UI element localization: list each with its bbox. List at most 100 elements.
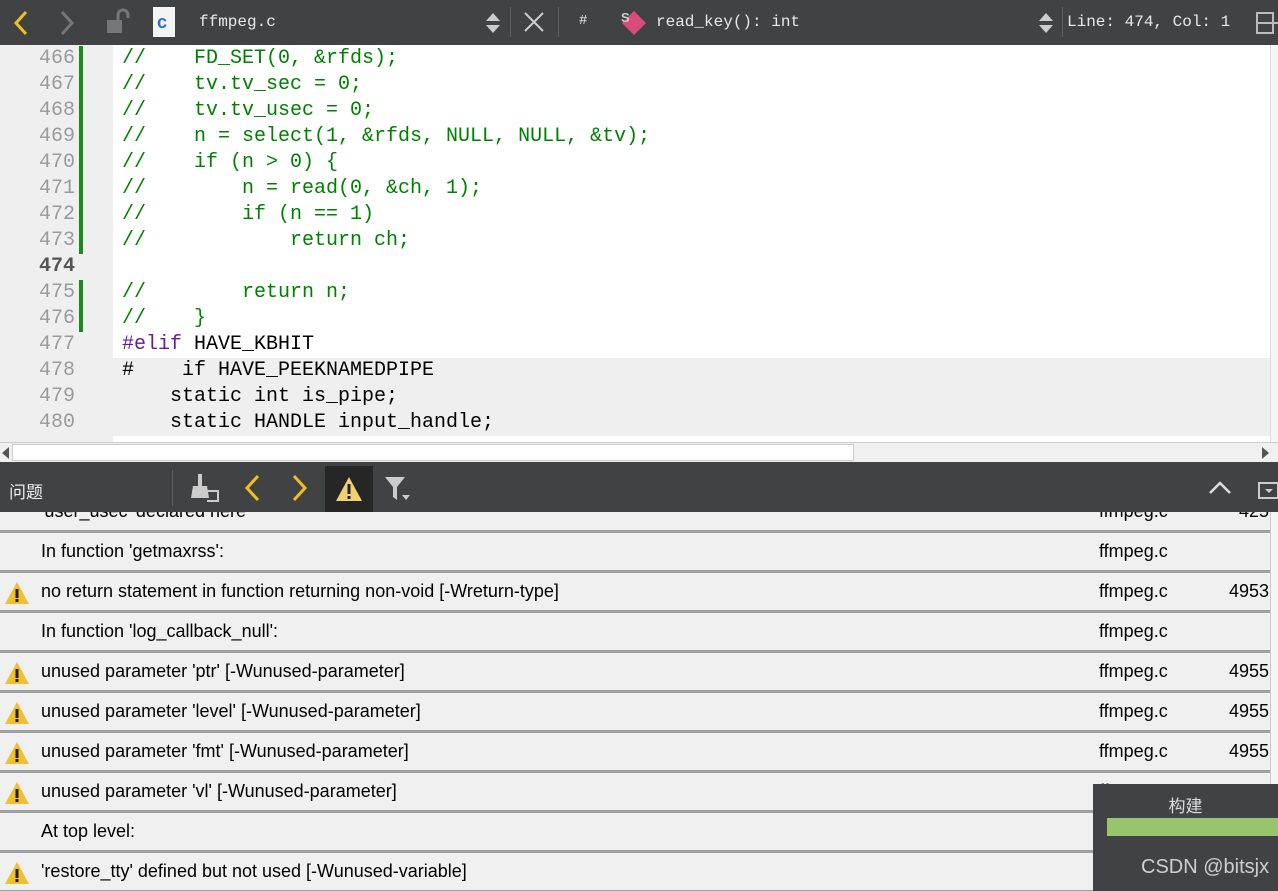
problem-row[interactable]: 'restore_tty' defined but not used [-Wun…: [0, 853, 1270, 891]
split-icon[interactable]: [1255, 11, 1278, 35]
code-line[interactable]: 469 // n = select(1, &rfds, NULL, NULL, &…: [0, 124, 1270, 150]
vertical-scrollbar[interactable]: [1270, 45, 1278, 442]
problem-file: ffmpeg.c: [1099, 541, 1168, 561]
problem-file: ffmpeg.c: [1099, 741, 1168, 761]
next-icon[interactable]: [290, 474, 310, 502]
problem-line: 4955: [1228, 741, 1269, 761]
problem-line: 4953: [1228, 581, 1269, 601]
problem-row[interactable]: unused parameter 'level' [-Wunused-param…: [0, 693, 1270, 733]
scroll-right-icon[interactable]: [1262, 447, 1270, 459]
code-text: // return n;: [122, 281, 351, 304]
warning-icon: [5, 702, 29, 724]
line-number: 476: [38, 307, 75, 330]
c-file-icon: c: [153, 7, 175, 37]
change-marker: [79, 202, 83, 228]
filter-icon[interactable]: [384, 476, 412, 502]
code-text: // }: [122, 307, 207, 330]
problem-row[interactable]: unused parameter 'ptr' [-Wunused-paramet…: [0, 653, 1270, 693]
back-icon[interactable]: [10, 9, 32, 37]
warning-icon: [5, 662, 29, 684]
line-number: 473: [38, 229, 75, 252]
prev-icon[interactable]: [242, 474, 262, 502]
line-number: 467: [38, 73, 75, 96]
problem-row[interactable]: In function 'getmaxrss': ffmpeg.c: [0, 533, 1270, 573]
file-name[interactable]: ffmpeg.c: [199, 13, 276, 31]
problem-line: 4955: [1228, 661, 1269, 681]
warning-icon: [5, 742, 29, 764]
chevron-up-icon[interactable]: [1208, 479, 1232, 495]
problem-message: At top level:: [41, 821, 136, 841]
warning-icon: [336, 477, 362, 501]
problem-message: no return statement in function returnin…: [41, 581, 559, 601]
editor-toolbar: c ffmpeg.c # S read_key(): int Line: 474…: [0, 0, 1278, 45]
change-marker: [79, 150, 83, 176]
cursor-position[interactable]: Line: 474, Col: 1: [1067, 13, 1230, 31]
svg-text:c: c: [157, 12, 167, 32]
problem-row[interactable]: In function 'log_callback_null': ffmpeg.c: [0, 613, 1270, 653]
code-text: # if HAVE_PEEKNAMEDPIPE: [122, 359, 435, 382]
code-editor[interactable]: 466 // FD_SET(0, &rfds); 467 // tv.tv_sec =…: [0, 45, 1278, 442]
symbol-select-icon[interactable]: [1038, 12, 1054, 34]
code-line[interactable]: 479 static int is_pipe;: [39, 384, 1278, 410]
code-line[interactable]: 476 // }: [0, 306, 1270, 332]
code-line[interactable]: 466 // FD_SET(0, &rfds);: [0, 46, 1270, 72]
problem-row[interactable]: At top level:: [0, 813, 1270, 853]
problems-list[interactable]: 'user_usec' declared here ffmpeg.c 425 In f…: [0, 512, 1270, 891]
code-line[interactable]: 480 static HANDLE input_handle;: [39, 410, 1278, 436]
problems-title: 问题: [9, 483, 43, 502]
forward-icon[interactable]: [56, 9, 78, 37]
minimize-panel-icon[interactable]: [1258, 481, 1278, 501]
problem-row[interactable]: 'user_usec' declared here ffmpeg.c 425: [0, 512, 1270, 533]
line-number: 469: [38, 125, 75, 148]
code-line[interactable]: 474: [0, 254, 1270, 280]
problems-toolbar: 问题: [0, 462, 1278, 512]
problem-message: In function 'getmaxrss':: [41, 541, 224, 561]
problem-message: unused parameter 'fmt' [-Wunused-paramet…: [41, 741, 409, 761]
code-line[interactable]: 471 // n = read(0, &ch, 1);: [0, 176, 1270, 202]
problem-row[interactable]: unused parameter 'fmt' [-Wunused-paramet…: [0, 733, 1270, 773]
change-marker: [79, 280, 83, 306]
code-line[interactable]: 478 # if HAVE_PEEKNAMEDPIPE: [39, 358, 1278, 384]
code-text: // if (n > 0) {: [122, 151, 339, 174]
clean-icon[interactable]: [190, 472, 220, 504]
horizontal-scrollbar[interactable]: [0, 442, 1278, 462]
problem-message: 'restore_tty' defined but not used [-Wun…: [41, 861, 467, 881]
code-line[interactable]: 475 // return n;: [0, 280, 1270, 306]
symbol-selector[interactable]: read_key(): int: [656, 13, 800, 31]
code-line[interactable]: 477 #elif HAVE_KBHIT: [0, 332, 1270, 358]
code-line[interactable]: 467 // tv.tv_sec = 0;: [0, 72, 1270, 98]
code-line[interactable]: 472 // if (n == 1): [0, 202, 1270, 228]
symbol-icon: S: [621, 10, 646, 35]
problem-row[interactable]: unused parameter 'vl' [-Wunused-paramete…: [0, 773, 1270, 813]
scrollbar-thumb[interactable]: [12, 444, 854, 461]
line-number: 466: [38, 47, 75, 70]
warning-icon: [5, 862, 29, 884]
problem-file: ffmpeg.c: [1099, 581, 1168, 601]
file-select-icon[interactable]: [485, 12, 501, 34]
code-text: static int is_pipe;: [122, 385, 399, 408]
change-marker: [79, 46, 83, 72]
warning-icon: [5, 582, 29, 604]
problem-message: 'user_usec' declared here: [41, 512, 246, 522]
change-marker: [79, 72, 83, 98]
warning-filter-button[interactable]: [325, 466, 373, 512]
line-number: 477: [38, 333, 75, 356]
scroll-left-icon[interactable]: [2, 447, 10, 459]
code-text: #elif HAVE_KBHIT: [122, 333, 315, 356]
line-number: 470: [38, 151, 75, 174]
build-label: 构建: [1168, 797, 1203, 816]
problem-file: ffmpeg.c: [1099, 512, 1168, 522]
close-icon[interactable]: [522, 10, 546, 34]
change-marker: [79, 98, 83, 124]
code-line[interactable]: 468 // tv.tv_usec = 0;: [0, 98, 1270, 124]
problem-row[interactable]: no return statement in function returnin…: [0, 573, 1270, 613]
code-text: // tv.tv_sec = 0;: [122, 73, 363, 96]
code-line[interactable]: 470 // if (n > 0) {: [0, 150, 1270, 176]
build-progress-popup: 构建 CSDN @bitsjx: [1093, 784, 1278, 891]
code-line[interactable]: 473 // return ch;: [0, 228, 1270, 254]
unlock-icon[interactable]: [104, 8, 132, 36]
code-text: // FD_SET(0, &rfds);: [122, 47, 399, 70]
code-text: // n = read(0, &ch, 1);: [122, 177, 483, 200]
divider: [172, 470, 173, 506]
watermark: CSDN @bitsjx: [1141, 856, 1270, 878]
